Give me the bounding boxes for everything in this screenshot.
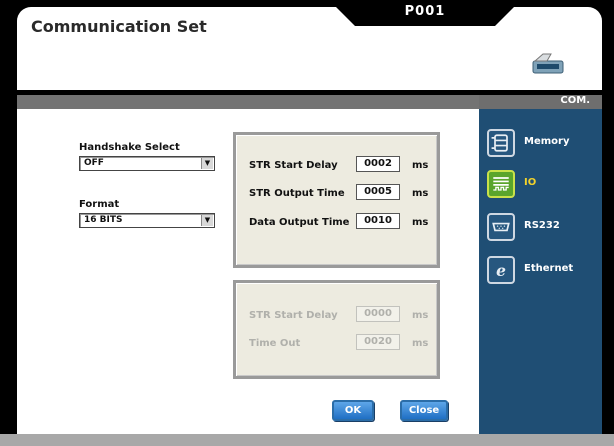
sidebar-item-io[interactable]: IO xyxy=(487,170,599,200)
time-out-label: Time Out xyxy=(249,338,301,349)
data-output-time-field[interactable]: 0010 xyxy=(356,213,400,229)
time-out-unit: ms xyxy=(412,338,429,349)
str-start-delay-disabled-unit: ms xyxy=(412,310,429,321)
sidebar-item-ethernet[interactable]: e Ethernet xyxy=(487,256,599,286)
sidebar-item-memory-label: Memory xyxy=(524,136,570,147)
str-start-delay-label: STR Start Delay xyxy=(249,160,338,171)
sidebar-item-rs232[interactable]: RS232 xyxy=(487,213,599,243)
format-value: 16 BITS xyxy=(84,215,123,225)
str-start-delay-disabled-field: 0000 xyxy=(356,306,400,322)
page-id: P001 xyxy=(404,4,446,19)
main-panel: Handshake Select OFF ▼ Format 16 BITS ▼ … xyxy=(17,109,479,434)
computer-icon[interactable] xyxy=(531,52,565,74)
handshake-label: Handshake Select xyxy=(79,142,180,153)
data-output-time-unit: ms xyxy=(412,217,429,228)
timing-panel: STR Start Delay 0002 ms STR Output Time … xyxy=(233,132,440,268)
bottom-bar xyxy=(0,434,614,446)
data-output-time-label: Data Output Time xyxy=(249,217,350,228)
sidebar-item-io-label: IO xyxy=(524,177,537,188)
screen: Communication Set P001 Handshake Select … xyxy=(0,0,614,446)
sidebar-title: COM. xyxy=(560,95,590,106)
str-output-time-field[interactable]: 0005 xyxy=(356,184,400,200)
memory-icon xyxy=(487,129,515,157)
handshake-value: OFF xyxy=(84,158,104,168)
str-start-delay-disabled-label: STR Start Delay xyxy=(249,310,338,321)
sidebar-header: COM. xyxy=(479,95,602,109)
close-button[interactable]: Close xyxy=(400,400,448,421)
sidebar-item-rs232-label: RS232 xyxy=(524,220,560,231)
format-select[interactable]: 16 BITS ▼ xyxy=(79,213,215,228)
str-start-delay-unit: ms xyxy=(412,160,429,171)
svg-text:e: e xyxy=(496,262,506,280)
sidebar: COM. Memory IO RS232 e Ethernet xyxy=(479,95,602,434)
chevron-down-icon[interactable]: ▼ xyxy=(201,215,213,226)
sidebar-item-ethernet-label: Ethernet xyxy=(524,263,574,274)
ethernet-icon: e xyxy=(487,256,515,284)
str-output-time-label: STR Output Time xyxy=(249,188,345,199)
str-output-time-unit: ms xyxy=(412,188,429,199)
handshake-select[interactable]: OFF ▼ xyxy=(79,156,215,171)
ok-button[interactable]: OK xyxy=(332,400,374,421)
sidebar-item-memory[interactable]: Memory xyxy=(487,129,599,159)
time-out-field: 0020 xyxy=(356,334,400,350)
rs232-icon xyxy=(487,213,515,241)
chevron-down-icon[interactable]: ▼ xyxy=(201,158,213,169)
page-id-tab: P001 xyxy=(329,0,521,26)
io-icon xyxy=(487,170,515,198)
page-title: Communication Set xyxy=(31,17,207,36)
str-start-delay-field[interactable]: 0002 xyxy=(356,156,400,172)
format-label: Format xyxy=(79,199,120,210)
disabled-panel: STR Start Delay 0000 ms Time Out 0020 ms xyxy=(233,280,440,379)
